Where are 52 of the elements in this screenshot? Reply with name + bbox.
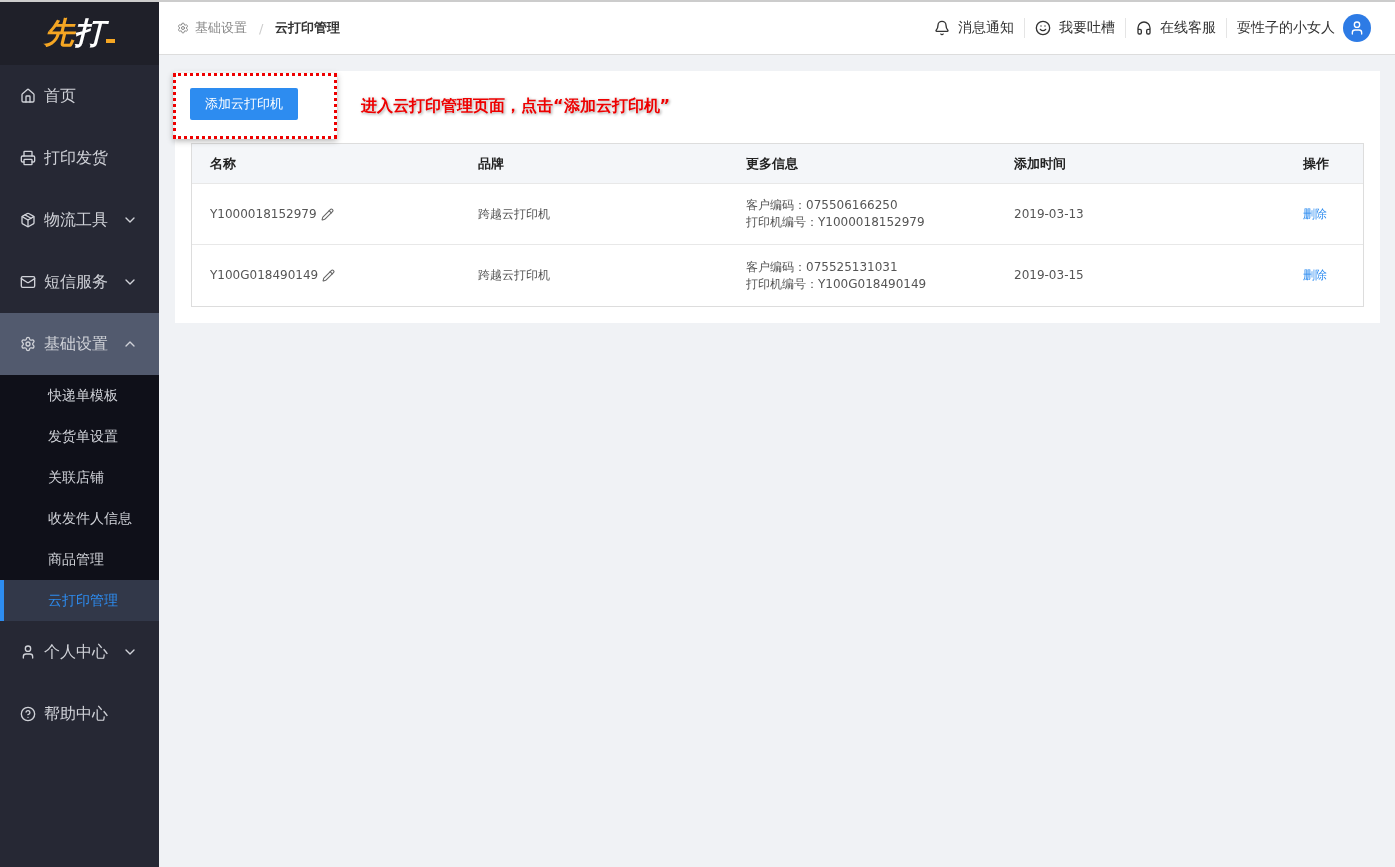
logo: 先打 bbox=[44, 13, 115, 54]
column-header: 名称 bbox=[210, 154, 237, 173]
table-cell-text: 客户编码：075506166250 bbox=[746, 197, 899, 214]
column-header: 添加时间 bbox=[1014, 154, 1067, 173]
table-cell: Y100G018490149 bbox=[210, 267, 319, 284]
submenu-item[interactable]: 商品管理 bbox=[0, 539, 159, 580]
table-cell: Y1000018152979 bbox=[210, 205, 317, 223]
sidebar-item[interactable]: 帮助中心 bbox=[0, 683, 159, 745]
annotation-text: 进入云打印管理页面，点击“添加云打印机” bbox=[361, 95, 671, 117]
headset-icon bbox=[1136, 20, 1152, 36]
table-cell-text: 2019-03-13 bbox=[1014, 205, 1085, 223]
printer-icon bbox=[20, 150, 36, 166]
bell-icon bbox=[934, 20, 950, 36]
home-icon bbox=[20, 88, 36, 104]
breadcrumb-item: 云打印管理 bbox=[275, 19, 341, 37]
sidebar-item[interactable]: 短信服务 bbox=[0, 251, 159, 313]
sidebar-item[interactable]: 物流工具 bbox=[0, 189, 159, 251]
user-name[interactable]: 耍性子的小女人 bbox=[1237, 19, 1335, 37]
settings-icon bbox=[20, 336, 36, 352]
mail-icon bbox=[20, 274, 36, 290]
submenu-item[interactable]: 发货单设置 bbox=[0, 416, 159, 457]
table-cell-text: 客户编码：075525131031 bbox=[746, 258, 899, 276]
sidebar-item[interactable]: 打印发货 bbox=[0, 127, 159, 189]
submenu-item[interactable]: 收发件人信息 bbox=[0, 498, 159, 539]
table-cell-text: 打印机编号：Y100G018490149 bbox=[746, 275, 928, 293]
pencil-icon[interactable] bbox=[320, 207, 334, 221]
column-header: 操作 bbox=[1303, 154, 1329, 173]
table-cell-text: 跨越云打印机 bbox=[478, 205, 551, 223]
header-link[interactable]: 我要吐槽 bbox=[1025, 18, 1126, 38]
breadcrumb-separator: / bbox=[259, 20, 264, 36]
column-header: 品牌 bbox=[478, 154, 505, 173]
table-cell-text: 2019-03-15 bbox=[1014, 267, 1085, 284]
help-icon bbox=[20, 706, 36, 722]
header-link[interactable]: 在线客服 bbox=[1126, 18, 1227, 38]
smile-icon bbox=[1035, 20, 1051, 36]
column-header: 更多信息 bbox=[746, 154, 799, 173]
sidebar-item[interactable]: 基础设置 bbox=[0, 313, 159, 375]
table-cell-text: 跨越云打印机 bbox=[478, 267, 551, 284]
delete-link[interactable]: 删除 bbox=[1303, 267, 1327, 284]
sidebar-item[interactable]: 个人中心 bbox=[0, 621, 159, 683]
pencil-icon[interactable] bbox=[322, 269, 336, 282]
delete-link[interactable]: 删除 bbox=[1303, 205, 1327, 223]
sidebar-item[interactable]: 首页 bbox=[0, 65, 159, 127]
table-cell-text: 打印机编号：Y1000018152979 bbox=[746, 214, 926, 231]
header-link[interactable]: 消息通知 bbox=[924, 18, 1025, 38]
submenu-item[interactable]: 关联店铺 bbox=[0, 457, 159, 498]
user-icon bbox=[20, 644, 36, 660]
avatar-icon[interactable] bbox=[1343, 14, 1371, 42]
submenu-item[interactable]: 快递单模板 bbox=[0, 375, 159, 416]
settings-icon bbox=[177, 22, 189, 34]
breadcrumb-item[interactable]: 基础设置 bbox=[195, 19, 247, 37]
box-icon bbox=[20, 212, 36, 228]
